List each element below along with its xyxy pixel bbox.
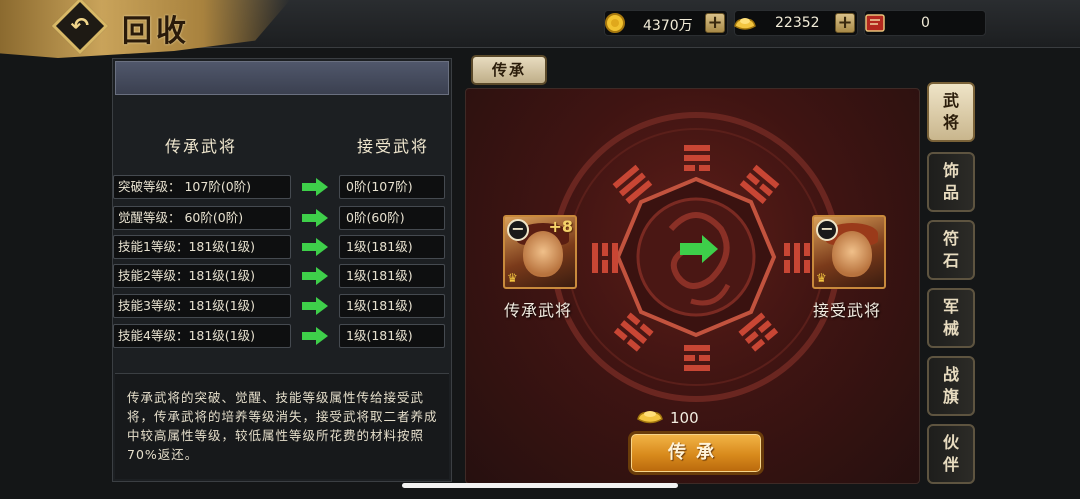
- add-gold-button[interactable]: +: [705, 13, 725, 33]
- source-stat: 技能1等级：181级(1级): [113, 235, 291, 259]
- upgrade-level-badge: +8: [548, 217, 573, 236]
- gold-ingot-resource: 22352 +: [734, 10, 858, 36]
- hero-face: [523, 231, 563, 277]
- scroll-resource: 0: [864, 10, 986, 36]
- green-arrow-icon: [302, 267, 328, 285]
- gold-ingot-icon: [637, 411, 663, 424]
- scroll-icon: [865, 14, 885, 32]
- target-column-heading: 接受武将: [357, 137, 430, 156]
- add-ingot-button[interactable]: +: [835, 13, 855, 33]
- tab-rune[interactable]: 符石: [927, 220, 975, 280]
- green-arrow-icon: [302, 327, 328, 345]
- target-hero-slot[interactable]: − ♛: [812, 215, 886, 289]
- back-arrow-icon: ↶: [70, 13, 90, 39]
- stat-row: 技能4等级：181级(1级) 1级(181级): [113, 324, 453, 348]
- tab-accessory[interactable]: 饰品: [927, 152, 975, 212]
- inherit-stage: +8 − ♛ 传承武将 − ♛ 接受武将 100 传承: [465, 88, 920, 484]
- target-stat: 0阶(60阶): [339, 206, 445, 230]
- panel-header-bar: [115, 61, 449, 95]
- stat-row: 技能2等级：181级(1级) 1级(181级): [113, 264, 453, 288]
- gold-ingot-icon: [734, 18, 756, 30]
- tab-banner[interactable]: 战旗: [927, 356, 975, 416]
- tab-partner[interactable]: 伙伴: [927, 424, 975, 484]
- crown-icon: ♛: [507, 271, 518, 285]
- tab-armament[interactable]: 军械: [927, 288, 975, 348]
- target-stat: 1级(181级): [339, 294, 445, 318]
- source-hero-slot[interactable]: +8 − ♛: [503, 215, 577, 289]
- remove-target-button[interactable]: −: [816, 219, 838, 241]
- hero-face: [832, 231, 872, 277]
- cost-row: 100: [636, 407, 699, 429]
- stat-row: 技能1等级：181级(1级) 1级(181级): [113, 235, 453, 259]
- inherit-button[interactable]: 传承: [628, 431, 764, 475]
- page-title: 回收: [122, 14, 190, 49]
- source-stat: 技能4等级：181级(1级): [113, 324, 291, 348]
- target-stat: 0阶(107阶): [339, 175, 445, 199]
- source-stat: 觉醒等级： 60阶(0阶): [113, 206, 291, 230]
- description-text: 传承武将的突破、觉醒、技能等级属性传给接受武将，传承武将的培养等级消失，接受武将…: [115, 373, 449, 479]
- tab-hero[interactable]: 武将: [927, 82, 975, 142]
- cost-value: 100: [670, 409, 699, 427]
- tab-inherit[interactable]: 传承: [471, 55, 547, 85]
- source-hero-label: 传承武将: [504, 301, 573, 320]
- green-arrow-icon: [302, 209, 328, 227]
- green-arrow-icon: [302, 238, 328, 256]
- source-stat: 技能3等级：181级(1级): [113, 294, 291, 318]
- green-arrow-icon: [302, 178, 328, 196]
- target-stat: 1级(181级): [339, 235, 445, 259]
- source-stat: 突破等级： 107阶(0阶): [113, 175, 291, 199]
- stat-row: 觉醒等级： 60阶(0阶) 0阶(60阶): [113, 206, 453, 230]
- home-indicator[interactable]: [402, 483, 678, 488]
- source-column-heading: 传承武将: [165, 137, 238, 156]
- gold-coin-icon: [605, 13, 625, 33]
- stat-row: 技能3等级：181级(1级) 1级(181级): [113, 294, 453, 318]
- comparison-panel: 传承武将 接受武将 突破等级： 107阶(0阶) 0阶(107阶) 觉醒等级： …: [112, 58, 452, 482]
- green-arrow-icon: [302, 297, 328, 315]
- target-stat: 1级(181级): [339, 324, 445, 348]
- stat-row: 突破等级： 107阶(0阶) 0阶(107阶): [113, 175, 453, 199]
- target-hero-label: 接受武将: [813, 301, 882, 320]
- source-stat: 技能2等级：181级(1级): [113, 264, 291, 288]
- gold-coin-resource: 4370万 +: [604, 10, 728, 36]
- remove-source-button[interactable]: −: [507, 219, 529, 241]
- target-stat: 1级(181级): [339, 264, 445, 288]
- crown-icon: ♛: [816, 271, 827, 285]
